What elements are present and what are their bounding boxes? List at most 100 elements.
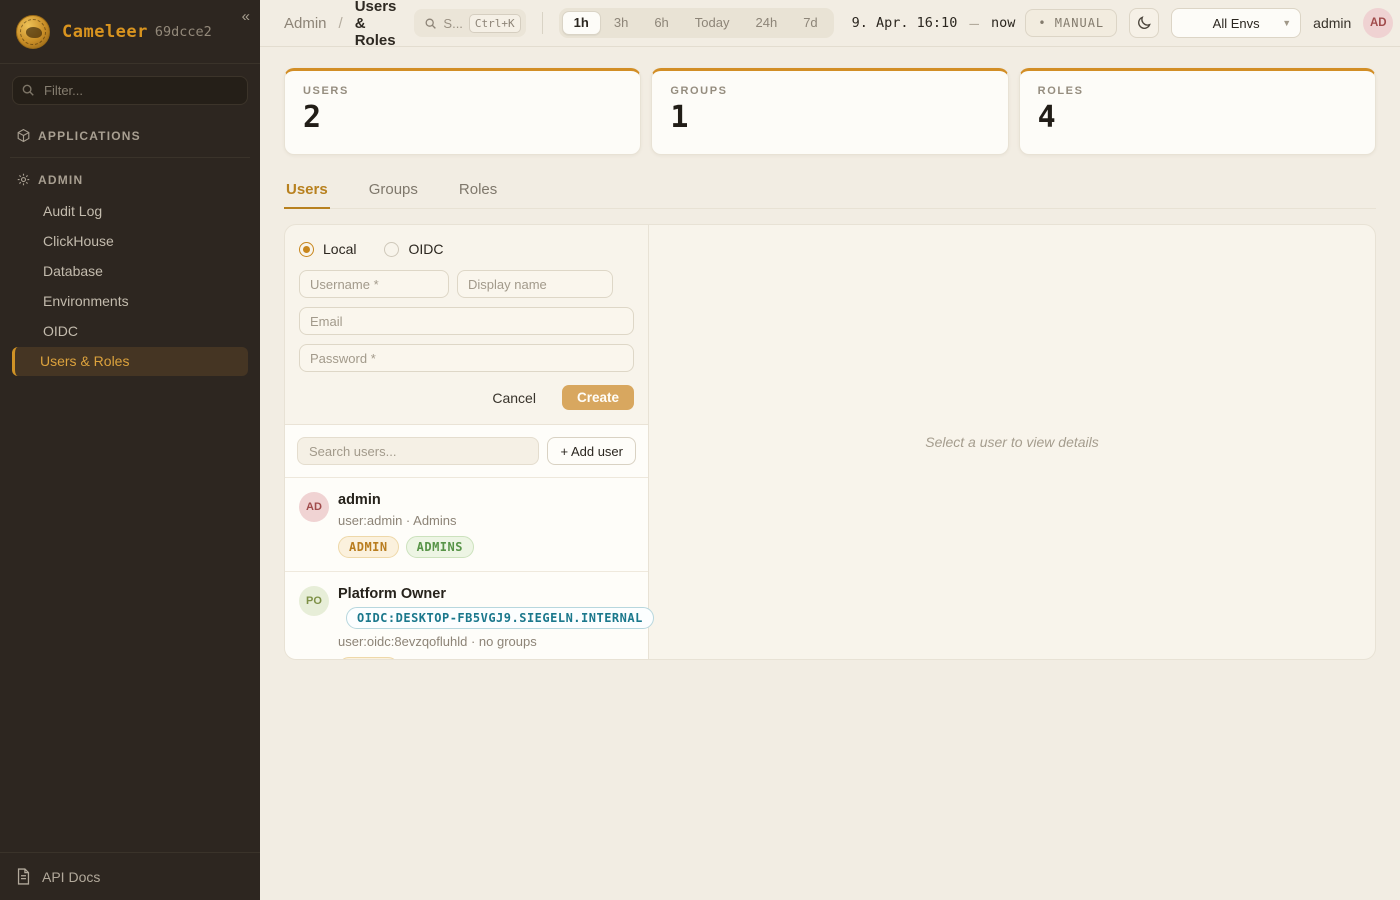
user-list-section: + Add user AD admin user:admin · Admins …: [285, 425, 648, 660]
sidebar-nav: APPLICATIONS ADMIN Audit Log ClickHouse …: [0, 117, 260, 852]
tab-groups[interactable]: Groups: [367, 175, 420, 209]
time-range-24h[interactable]: 24h: [742, 11, 790, 35]
stat-card-users: USERS 2: [284, 68, 641, 155]
app-name: Cameleer: [62, 22, 148, 42]
users-panel-left: Local OIDC: [285, 225, 649, 659]
tab-bar: Users Groups Roles: [284, 175, 1376, 209]
time-dash: –: [969, 14, 979, 33]
user-meta: user:oidc:8evzqofluhld · no groups: [338, 634, 634, 649]
sidebar-section-admin[interactable]: ADMIN: [12, 163, 248, 196]
stat-value: 4: [1038, 100, 1357, 135]
sidebar-divider: [10, 157, 250, 158]
time-range-today[interactable]: Today: [682, 11, 743, 35]
sidebar-section-applications[interactable]: APPLICATIONS: [12, 119, 248, 152]
page-content: USERS 2 GROUPS 1 ROLES 4 Users Groups Ro…: [260, 47, 1400, 660]
stat-value: 1: [670, 100, 989, 135]
radio-label: Local: [323, 241, 356, 257]
sidebar-item-database[interactable]: Database: [12, 257, 248, 286]
sidebar-filter: [12, 76, 248, 105]
header-right-group: • MANUAL All Envs ▼ admin AD: [1025, 8, 1393, 38]
avatar: PO: [299, 586, 329, 616]
password-field[interactable]: [299, 344, 634, 372]
stat-card-roles: ROLES 4: [1019, 68, 1376, 155]
stat-value: 2: [303, 100, 622, 135]
user-name: admin: [338, 489, 474, 508]
time-range-3h[interactable]: 3h: [601, 11, 641, 35]
current-user-name: admin: [1313, 15, 1351, 31]
create-user-form: Local OIDC: [285, 225, 648, 425]
cancel-button[interactable]: Cancel: [486, 389, 542, 407]
stat-label: ROLES: [1038, 85, 1357, 97]
time-range-segmented-control: 1h 3h 6h Today 24h 7d: [559, 8, 834, 38]
api-docs-link[interactable]: API Docs: [0, 852, 260, 900]
gear-icon: [16, 172, 31, 187]
radio-oidc[interactable]: OIDC: [384, 241, 443, 257]
app-build-id: 69dcce2: [155, 24, 212, 40]
theme-toggle-button[interactable]: [1129, 8, 1159, 38]
create-button[interactable]: Create: [562, 385, 634, 410]
radio-selected-icon[interactable]: [299, 242, 314, 257]
header-divider: [542, 12, 543, 34]
user-details-panel: Select a user to view details: [649, 225, 1375, 659]
stat-card-groups: GROUPS 1: [651, 68, 1008, 155]
radio-label: OIDC: [408, 241, 443, 257]
sidebar-item-oidc[interactable]: OIDC: [12, 317, 248, 346]
time-range-1h[interactable]: 1h: [562, 11, 601, 35]
search-shortcut-kbd: Ctrl+K: [469, 14, 521, 33]
user-avatar[interactable]: AD: [1363, 8, 1393, 38]
breadcrumb-parent[interactable]: Admin: [284, 15, 327, 32]
stat-label: GROUPS: [670, 85, 989, 97]
group-badge-admins: ADMINS: [406, 536, 474, 558]
sidebar-item-environments[interactable]: Environments: [12, 287, 248, 316]
api-docs-label: API Docs: [42, 869, 100, 885]
role-badge-admin: ADMIN: [338, 536, 399, 558]
sidebar-section-label: ADMIN: [38, 173, 83, 187]
time-from[interactable]: 9. Apr. 16:10: [852, 15, 958, 31]
user-meta: user:admin · Admins: [338, 513, 474, 528]
logo-row: Cameleer 69dcce2 «: [0, 0, 260, 64]
sidebar-collapse-icon[interactable]: «: [242, 8, 250, 25]
empty-state-text: Select a user to view details: [925, 434, 1099, 450]
top-header: Admin / Users & Roles S... Ctrl+K 1h 3h …: [260, 0, 1400, 47]
time-range-7d[interactable]: 7d: [790, 11, 830, 35]
avatar: AD: [299, 492, 329, 522]
radio-unselected-icon[interactable]: [384, 242, 399, 257]
user-name: Platform Owner: [338, 583, 634, 602]
sidebar-filter-input[interactable]: [12, 76, 248, 105]
user-list-item-platform-owner[interactable]: PO Platform Owner OIDC:DESKTOP-FB5VGJ9.S…: [285, 572, 648, 660]
tab-users[interactable]: Users: [284, 175, 330, 209]
user-type-radio-group: Local OIDC: [299, 241, 634, 257]
search-users-input[interactable]: [297, 437, 539, 465]
time-to[interactable]: now: [991, 15, 1015, 31]
app-logo-coin-icon: [16, 15, 50, 49]
breadcrumb-separator: /: [339, 15, 343, 32]
radio-local[interactable]: Local: [299, 241, 356, 257]
moon-icon: [1136, 15, 1152, 31]
global-search-placeholder: S...: [443, 16, 463, 31]
user-list-item-admin[interactable]: AD admin user:admin · Admins ADMIN ADMIN…: [285, 478, 648, 572]
env-select-dropdown[interactable]: All Envs ▼: [1171, 8, 1301, 38]
users-panel: Local OIDC: [284, 224, 1376, 660]
display-name-field[interactable]: [457, 270, 613, 298]
package-icon: [16, 128, 31, 143]
add-user-button[interactable]: + Add user: [547, 437, 636, 465]
email-field[interactable]: [299, 307, 634, 335]
sidebar-item-users-roles[interactable]: Users & Roles: [12, 347, 248, 376]
refresh-mode-badge[interactable]: • MANUAL: [1025, 9, 1117, 37]
search-icon: [21, 83, 35, 97]
sidebar-item-audit-log[interactable]: Audit Log: [12, 197, 248, 226]
env-select-value: All Envs: [1213, 16, 1260, 31]
time-range-6h[interactable]: 6h: [641, 11, 681, 35]
breadcrumb-current: Users & Roles: [355, 0, 397, 49]
sidebar-item-clickhouse[interactable]: ClickHouse: [12, 227, 248, 256]
main-area: Admin / Users & Roles S... Ctrl+K 1h 3h …: [260, 0, 1400, 900]
sidebar-section-label: APPLICATIONS: [38, 129, 141, 143]
oidc-provider-badge: OIDC:DESKTOP-FB5VGJ9.SIEGELN.INTERNAL: [346, 607, 654, 629]
search-icon: [424, 17, 437, 30]
global-search[interactable]: S... Ctrl+K: [414, 9, 525, 37]
tab-roles[interactable]: Roles: [457, 175, 499, 209]
stat-label: USERS: [303, 85, 622, 97]
chevron-down-icon: ▼: [1282, 18, 1291, 28]
username-field[interactable]: [299, 270, 449, 298]
role-badge-admin: ADMIN: [338, 657, 399, 660]
